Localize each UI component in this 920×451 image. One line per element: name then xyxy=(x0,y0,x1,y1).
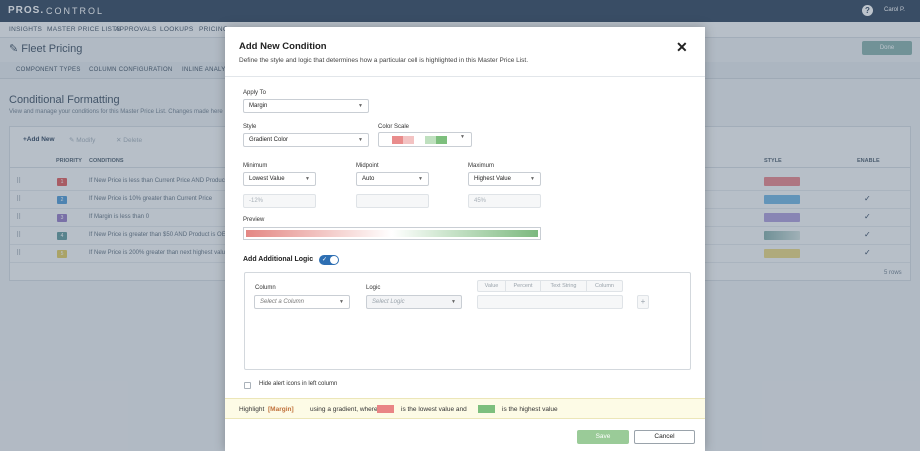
segment-column[interactable]: Column xyxy=(587,281,622,291)
add-rule-button[interactable]: + xyxy=(637,295,649,309)
summary-high-swatch xyxy=(478,405,495,413)
logic-value-input[interactable] xyxy=(477,295,623,309)
minimum-label: Minimum xyxy=(243,163,268,169)
logic-select[interactable]: Select Logic ▼ xyxy=(366,295,462,309)
summary-low-swatch xyxy=(377,405,394,413)
summary-field: [Margin] xyxy=(268,406,294,413)
additional-logic-label: Add Additional Logic xyxy=(243,256,314,263)
segment-value[interactable]: Value xyxy=(478,281,506,291)
summary-prefix: Highlight xyxy=(239,406,265,413)
summary-high-text: is the highest value xyxy=(502,406,558,413)
additional-logic-toggle[interactable]: ✓ xyxy=(319,255,339,265)
rule-summary: Highlight [Margin] using a gradient, whe… xyxy=(225,398,705,419)
minimum-select[interactable]: Lowest Value ▼ xyxy=(243,172,316,186)
value-type-segmented: Value Percent Text String Column xyxy=(477,280,623,292)
scale-swatch xyxy=(425,136,436,144)
minimum-value-field[interactable]: -12% xyxy=(243,194,316,208)
apply-to-label: Apply To xyxy=(243,90,266,96)
gradient-preview-fill xyxy=(246,230,538,237)
gradient-preview xyxy=(243,227,541,240)
dialog-title: Add New Condition xyxy=(239,41,327,52)
segment-percent[interactable]: Percent xyxy=(506,281,541,291)
caret-down-icon: ▼ xyxy=(339,299,344,305)
caret-down-icon: ▼ xyxy=(305,176,310,182)
caret-down-icon: ▼ xyxy=(358,103,363,109)
maximum-value-field[interactable]: 45% xyxy=(468,194,541,208)
column-select[interactable]: Select a Column ▼ xyxy=(254,295,350,309)
scale-swatch xyxy=(436,136,447,144)
maximum-label: Maximum xyxy=(468,163,495,169)
apply-to-select[interactable]: Margin ▼ xyxy=(243,99,369,113)
add-condition-dialog: Add New Condition Define the style and l… xyxy=(225,27,705,451)
save-button[interactable]: Save xyxy=(577,430,629,444)
dialog-subtitle: Define the style and logic that determin… xyxy=(239,57,529,64)
caret-down-icon: ▼ xyxy=(460,134,465,140)
logic-label: Logic xyxy=(366,285,381,291)
hide-alert-icons-label: Hide alert icons in left column xyxy=(259,381,338,387)
cancel-button[interactable]: Cancel xyxy=(634,430,695,444)
close-icon[interactable]: ✕ xyxy=(676,40,688,54)
check-icon: ✓ xyxy=(322,257,328,263)
additional-logic-panel xyxy=(244,272,691,370)
color-scale-select[interactable]: ▼ xyxy=(378,132,472,147)
caret-down-icon: ▼ xyxy=(418,176,423,182)
preview-label: Preview xyxy=(243,217,265,223)
midpoint-label: Midpoint xyxy=(356,163,379,169)
scale-swatch xyxy=(392,136,403,144)
column-label: Column xyxy=(255,285,276,291)
caret-down-icon: ▼ xyxy=(530,176,535,182)
color-scale-label: Color Scale xyxy=(378,124,410,130)
midpoint-select[interactable]: Auto ▼ xyxy=(356,172,429,186)
segment-text-string[interactable]: Text String xyxy=(541,281,587,291)
dialog-header: Add New Condition Define the style and l… xyxy=(225,27,705,77)
caret-down-icon: ▼ xyxy=(451,299,456,305)
scale-swatch xyxy=(403,136,414,144)
summary-low-text: is the lowest value and xyxy=(401,406,467,413)
maximum-select[interactable]: Highest Value ▼ xyxy=(468,172,541,186)
scale-swatch xyxy=(414,136,425,144)
caret-down-icon: ▼ xyxy=(358,137,363,143)
hide-alert-icons-checkbox[interactable] xyxy=(244,382,251,389)
summary-middle: using a gradient, where xyxy=(310,406,378,413)
toggle-knob xyxy=(330,256,338,264)
midpoint-value-field[interactable] xyxy=(356,194,429,208)
style-select[interactable]: Gradient Color ▼ xyxy=(243,133,369,147)
style-label: Style xyxy=(243,124,257,130)
